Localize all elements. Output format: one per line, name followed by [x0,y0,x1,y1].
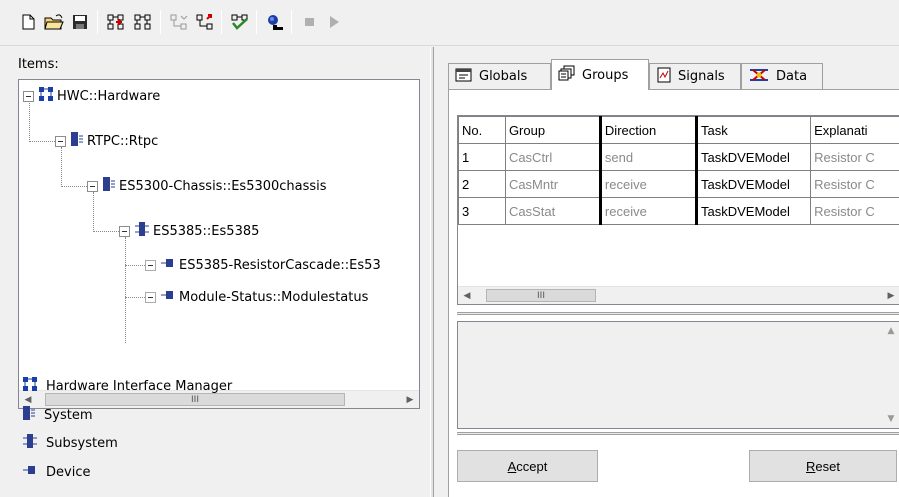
signals-icon [656,67,672,87]
panel-splitter[interactable] [430,47,434,497]
system-icon [70,131,84,151]
collapse-toggle[interactable] [23,90,34,102]
cell-group[interactable]: CasCtrl [504,143,601,171]
groups-table[interactable]: No. Group Direction Task Explanati 1 Cas… [457,115,899,305]
device-icon [22,462,38,482]
system-icon [102,176,116,196]
items-tree[interactable]: HWC::Hardware RTPC::Rtpc ES5300-Chassis:… [18,79,420,409]
scroll-right-icon[interactable]: ▶ [401,391,419,408]
legend-subsystem: Subsystem [22,432,118,454]
cell-explanation[interactable]: Resistor C [810,170,899,198]
table-row[interactable]: 2 CasMntr receive TaskDVEModel Resistor … [458,170,899,198]
tree-item-label: ES5385-ResistorCascade::Es53 [179,257,381,273]
column-header[interactable]: Explanati [810,116,899,144]
table-row[interactable]: 3 CasStat receive TaskDVEModel Resistor … [458,197,899,225]
new-file-icon[interactable] [16,10,40,34]
tab-globals[interactable]: Globals [448,63,551,89]
save-icon[interactable] [68,10,92,34]
tab-groups[interactable]: Groups [551,59,649,90]
cell-task[interactable]: TaskDVEModel [695,170,812,198]
collapse-toggle[interactable] [119,225,130,237]
check-icon[interactable] [228,10,252,34]
collapse-toggle[interactable] [87,180,98,192]
legend-system: System [22,404,92,426]
subsystem-icon [22,433,38,453]
tab-signals[interactable]: Signals [649,63,741,89]
table-row[interactable]: 1 CasCtrl send TaskDVEModel Resistor C [458,143,899,171]
items-label: Items: [18,57,59,72]
groups-icon [558,65,576,85]
hardware-interface-manager-icon [38,86,54,106]
tree-item-label: ES5300-Chassis::Es5300chassis [119,178,327,194]
tab-data[interactable]: Data [741,63,823,89]
cell-task[interactable]: TaskDVEModel [695,143,812,171]
tree-item-module-status[interactable]: Module-Status::Modulestatus [145,287,368,307]
scroll-up-icon[interactable]: ▲ [882,322,899,340]
scroll-thumb[interactable]: III [486,289,596,302]
items-panel: Items: HWC::Hardware RTPC::Rtpc ES5300-C… [0,47,426,497]
leaf-box [145,259,156,271]
divider [457,312,899,315]
column-header[interactable]: Group [504,116,601,144]
explanation-text-area[interactable]: ▲ ▼ [457,321,899,429]
cell-direction[interactable]: receive [598,170,698,198]
properties-panel: Globals Groups Signals Data No. Group Di… [438,47,899,497]
import-icon[interactable] [193,10,217,34]
cell-no[interactable]: 3 [458,197,506,225]
subsystem-icon [134,221,150,241]
cell-group[interactable]: CasMntr [504,170,601,198]
toolbar [0,0,899,46]
column-header[interactable]: Direction [598,116,698,144]
add-node-icon[interactable] [104,10,128,34]
collapse-toggle[interactable] [55,135,66,147]
table-header-row: No. Group Direction Task Explanati [458,116,899,144]
device-icon [160,287,176,307]
add-subnode-icon[interactable] [131,10,155,34]
column-header[interactable]: Task [695,116,812,144]
cell-task[interactable]: TaskDVEModel [695,197,812,225]
stop-icon[interactable] [298,10,322,34]
cell-direction[interactable]: receive [598,197,698,225]
cell-no[interactable]: 1 [458,143,506,171]
tree-item-label: ES5385::Es5385 [153,223,260,239]
divider [457,432,899,435]
open-folder-icon[interactable] [42,10,66,34]
hardware-interface-manager-icon [22,376,38,396]
scroll-right-icon[interactable]: ▶ [882,287,899,304]
cell-direction[interactable]: send [598,143,698,171]
cell-group[interactable]: CasStat [504,197,601,225]
tree-item-label: Module-Status::Modulestatus [179,289,369,305]
column-header[interactable]: No. [458,116,506,144]
groups-tab-page: No. Group Direction Task Explanati 1 Cas… [448,89,899,497]
scroll-left-icon[interactable]: ◀ [458,287,476,304]
tree-item-label: HWC::Hardware [57,88,161,104]
cell-no[interactable]: 2 [458,170,506,198]
data-icon [748,67,770,87]
tree-item-chassis[interactable]: ES5300-Chassis::Es5300chassis [87,176,327,196]
tree-item-rtpc[interactable]: RTPC::Rtpc [55,131,158,151]
cell-explanation[interactable]: Resistor C [810,143,899,171]
legend-hardware-interface-manager: Hardware Interface Manager [22,375,232,397]
device-icon [160,255,176,275]
legend-device: Device [22,461,90,483]
cell-explanation[interactable]: Resistor C [810,197,899,225]
play-icon[interactable] [322,10,346,34]
search-icon[interactable] [263,10,287,34]
globals-icon [455,67,473,87]
table-horizontal-scrollbar[interactable]: ◀ III ▶ [458,286,899,304]
text-vertical-scrollbar[interactable]: ▲ ▼ [882,322,899,428]
accept-button[interactable]: Accept [457,450,598,482]
tree-item-label: RTPC::Rtpc [87,133,159,149]
tree-item-hardware[interactable]: HWC::Hardware [23,86,160,106]
scroll-down-icon[interactable]: ▼ [882,410,899,428]
tree-item-es5385[interactable]: ES5385::Es5385 [119,221,259,241]
reset-button[interactable]: Reset [749,450,897,482]
leaf-box [145,291,156,303]
system-icon [22,405,36,425]
tree-item-resistor-cascade[interactable]: ES5385-ResistorCascade::Es53 [145,255,381,275]
move-icon[interactable] [167,10,191,34]
